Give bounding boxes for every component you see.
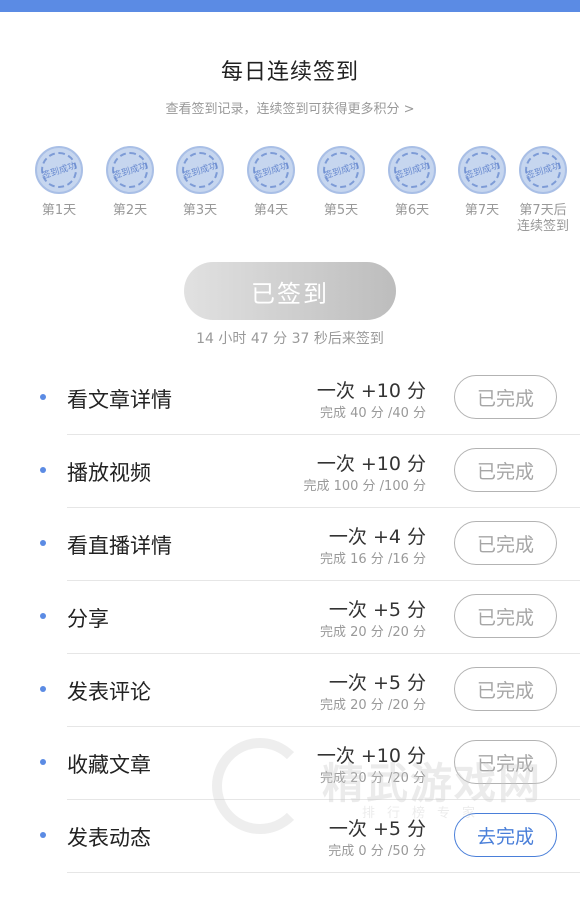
checkin-history-link[interactable]: 查看签到记录，连续签到可获得更多积分 > bbox=[0, 98, 580, 117]
top-status-bar bbox=[0, 0, 580, 12]
task-reward: 一次 +10 分 bbox=[316, 745, 426, 767]
task-progress: 完成 20 分 /20 分 bbox=[320, 625, 426, 640]
day-label: 第1天 bbox=[41, 203, 77, 218]
day-label: 第3天 bbox=[182, 203, 218, 218]
day-label: 第4天 bbox=[253, 203, 289, 218]
task-reward: 一次 +5 分 bbox=[328, 672, 426, 694]
next-checkin-countdown: 14 小时 47 分 37 秒后来签到 bbox=[196, 331, 384, 347]
task-progress: 完成 0 分 /50 分 bbox=[328, 844, 426, 859]
task-reward: 一次 +5 分 bbox=[328, 599, 426, 621]
day-4: 签到成功 第4天 bbox=[234, 146, 308, 219]
page-title: 每日连续签到 bbox=[220, 60, 359, 85]
task-name: 分享 bbox=[67, 607, 109, 631]
task-name: 看直播详情 bbox=[67, 534, 172, 558]
task-name: 收藏文章 bbox=[67, 753, 151, 777]
task-row: 收藏文章 一次 +10 分 完成 20 分 /20 分 已完成 bbox=[0, 727, 580, 800]
checkin-stamp-icon: 签到成功 bbox=[106, 146, 154, 194]
task-row: 播放视频 一次 +10 分 完成 100 分 /100 分 已完成 bbox=[0, 435, 580, 508]
task-row: 发表动态 一次 +5 分 完成 0 分 /50 分 去完成 bbox=[0, 800, 580, 873]
task-name: 播放视频 bbox=[67, 461, 151, 485]
checkin-stamp-icon: 签到成功 bbox=[388, 146, 436, 194]
bullet-dot-icon bbox=[40, 394, 46, 400]
task-reward: 一次 +5 分 bbox=[328, 818, 426, 840]
bullet-dot-icon bbox=[40, 686, 46, 692]
task-status-button[interactable]: 已完成 bbox=[454, 740, 557, 784]
checkin-stamp-icon: 签到成功 bbox=[176, 146, 224, 194]
task-name: 发表评论 bbox=[67, 680, 151, 704]
task-progress: 完成 20 分 /20 分 bbox=[320, 771, 426, 786]
task-progress: 完成 20 分 /20 分 bbox=[320, 698, 426, 713]
checkin-stamp-icon: 签到成功 bbox=[247, 146, 295, 194]
checkin-stamp-icon: 签到成功 bbox=[317, 146, 365, 194]
checkin-stamp-icon: 签到成功 bbox=[458, 146, 506, 194]
day-3: 签到成功 第3天 bbox=[163, 146, 237, 219]
task-name: 看文章详情 bbox=[67, 388, 172, 412]
day-label: 第5天 bbox=[323, 203, 359, 218]
task-row: 发表评论 一次 +5 分 完成 20 分 /20 分 已完成 bbox=[0, 654, 580, 727]
task-status-button[interactable]: 已完成 bbox=[454, 375, 557, 419]
day-1: 签到成功 第1天 bbox=[22, 146, 96, 219]
task-reward: 一次 +10 分 bbox=[316, 453, 426, 475]
task-status-button[interactable]: 已完成 bbox=[454, 521, 557, 565]
day-2: 签到成功 第2天 bbox=[93, 146, 167, 219]
bullet-dot-icon bbox=[40, 759, 46, 765]
signed-in-button[interactable]: 已签到 bbox=[184, 262, 396, 320]
task-row: 分享 一次 +5 分 完成 20 分 /20 分 已完成 bbox=[0, 581, 580, 654]
bullet-dot-icon bbox=[40, 613, 46, 619]
task-reward: 一次 +4 分 bbox=[328, 526, 426, 548]
task-status-button[interactable]: 已完成 bbox=[454, 594, 557, 638]
day-label: 第7天后 连续签到 bbox=[516, 203, 569, 234]
task-status-button[interactable]: 已完成 bbox=[454, 448, 557, 492]
day-label: 第2天 bbox=[112, 203, 148, 218]
task-row: 看直播详情 一次 +4 分 完成 16 分 /16 分 已完成 bbox=[0, 508, 580, 581]
task-progress: 完成 16 分 /16 分 bbox=[320, 552, 426, 567]
checkin-stamp-icon: 签到成功 bbox=[35, 146, 83, 194]
day-5: 签到成功 第5天 bbox=[304, 146, 378, 219]
bullet-dot-icon bbox=[40, 540, 46, 546]
bullet-dot-icon bbox=[40, 832, 46, 838]
checkin-stamp-icon: 签到成功 bbox=[519, 146, 567, 194]
task-progress: 完成 100 分 /100 分 bbox=[303, 479, 426, 494]
task-row: 看文章详情 一次 +10 分 完成 40 分 /40 分 已完成 bbox=[0, 362, 580, 435]
day-label: 第6天 bbox=[394, 203, 430, 218]
task-status-button[interactable]: 已完成 bbox=[454, 667, 557, 711]
task-reward: 一次 +10 分 bbox=[316, 380, 426, 402]
go-complete-button[interactable]: 去完成 bbox=[454, 813, 557, 857]
checkin-days-row: 签到成功 第1天 签到成功 第2天 签到成功 第3天 签到成功 第4天 签到成功… bbox=[0, 146, 580, 246]
task-progress: 完成 40 分 /40 分 bbox=[320, 406, 426, 421]
bullet-dot-icon bbox=[40, 467, 46, 473]
day-6: 签到成功 第6天 bbox=[375, 146, 449, 219]
day-7-plus: 签到成功 第7天后 连续签到 bbox=[506, 146, 580, 235]
task-list: 看文章详情 一次 +10 分 完成 40 分 /40 分 已完成 播放视频 一次… bbox=[0, 362, 580, 873]
task-name: 发表动态 bbox=[67, 826, 151, 850]
